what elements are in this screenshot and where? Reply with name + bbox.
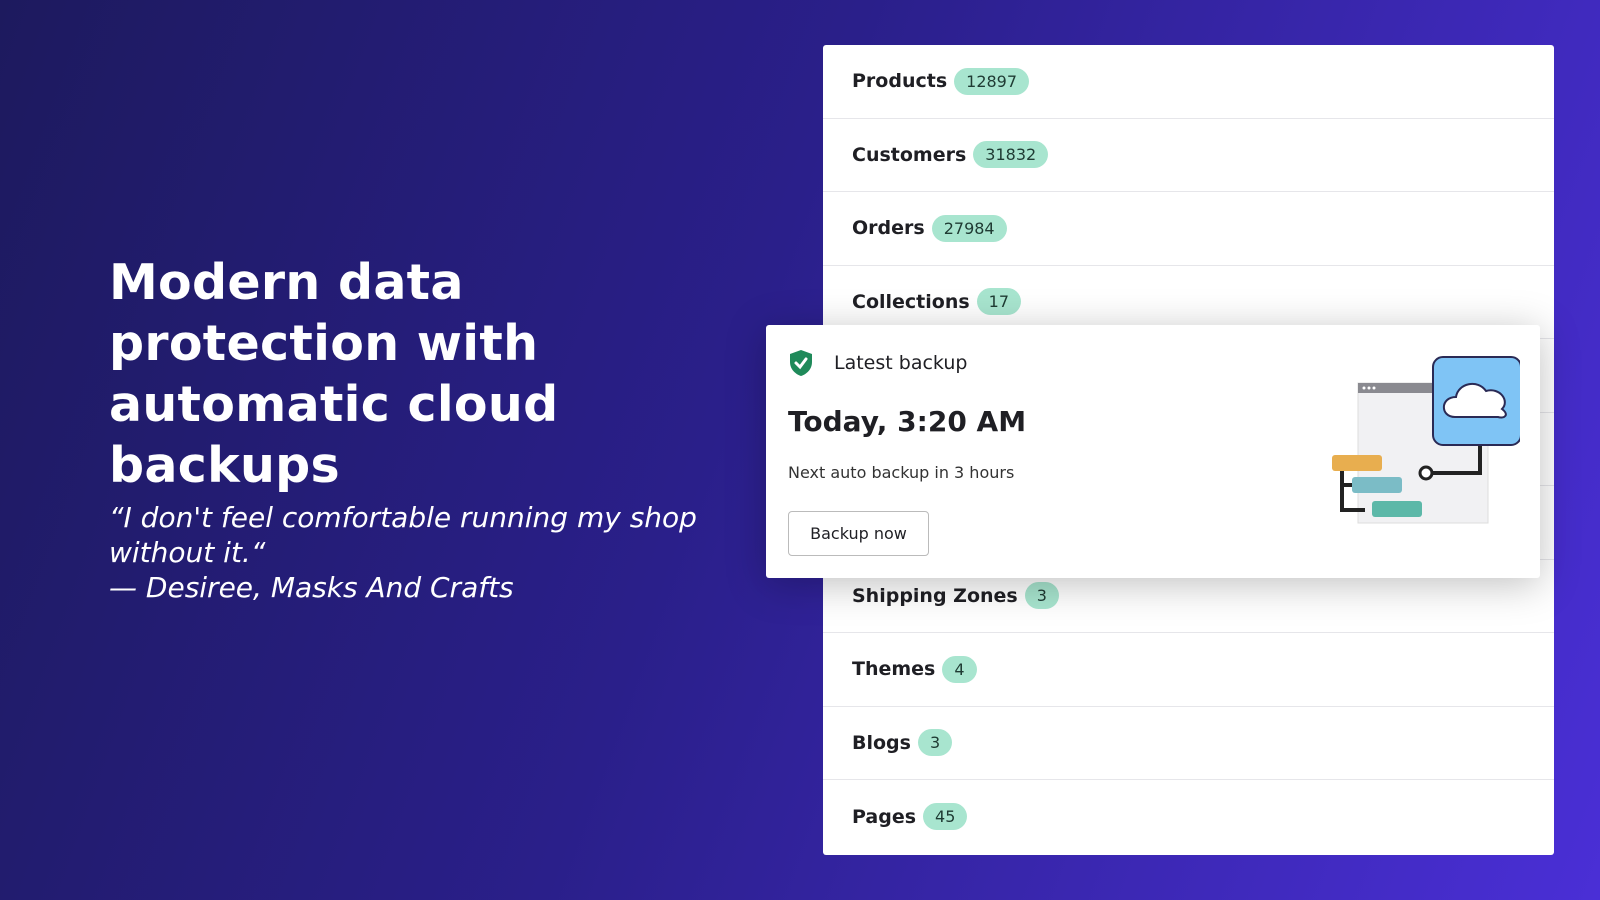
- testimonial: “I don't feel comfortable running my sho…: [109, 500, 749, 605]
- backup-title: Latest backup: [834, 352, 968, 374]
- list-item: Orders 27984: [823, 192, 1554, 266]
- item-label: Blogs: [852, 731, 911, 754]
- quote-author: — Desiree, Masks And Crafts: [109, 571, 514, 604]
- backup-time: Today, 3:20 AM: [788, 405, 1027, 438]
- list-item: Pages 45: [823, 780, 1554, 854]
- count-badge: 3: [917, 729, 953, 757]
- list-item: Blogs 3: [823, 707, 1554, 780]
- headline: Modern data protection with automatic cl…: [109, 254, 559, 494]
- item-label: Orders: [852, 217, 925, 240]
- count-badge: 4: [942, 655, 977, 683]
- hero: Modern data protection with automatic cl…: [109, 252, 729, 496]
- item-label: Themes: [852, 658, 936, 681]
- list-item: Products 12897: [823, 45, 1554, 119]
- item-label: Collections: [852, 290, 970, 313]
- cloud-backup-illustration: [1332, 356, 1520, 524]
- shield-check-icon: [790, 350, 812, 376]
- list-item: Themes 4: [823, 633, 1554, 707]
- count-badge: 12897: [954, 67, 1030, 95]
- quote-text: “I don't feel comfortable running my sho…: [109, 501, 697, 569]
- item-label: Customers: [852, 143, 967, 166]
- item-label: Products: [852, 70, 948, 93]
- backup-now-button[interactable]: Backup now: [788, 511, 929, 556]
- count-badge: 27984: [931, 214, 1007, 242]
- count-badge: 45: [923, 803, 968, 831]
- count-badge: 3: [1024, 582, 1059, 610]
- next-backup-text: Next auto backup in 3 hours: [788, 463, 1015, 482]
- latest-backup-card: Latest backup Today, 3:20 AM Next auto b…: [766, 325, 1540, 578]
- count-badge: 31832: [973, 141, 1049, 169]
- count-badge: 17: [976, 288, 1022, 316]
- item-label: Pages: [852, 805, 917, 828]
- item-label: Shipping Zones: [852, 584, 1018, 607]
- list-item: Customers 31832: [823, 119, 1554, 192]
